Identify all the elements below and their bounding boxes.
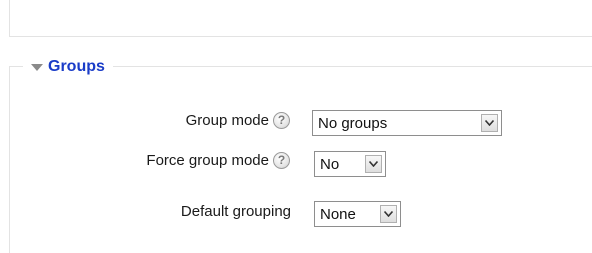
force-group-mode-value: No <box>320 155 340 173</box>
group-mode-row: Group mode ? No groups <box>0 108 592 138</box>
groups-section-title: Groups <box>48 58 105 75</box>
force-group-mode-select[interactable]: No <box>314 151 386 177</box>
group-mode-value: No groups <box>318 114 388 132</box>
force-group-mode-row: Force group mode ? No <box>0 148 592 178</box>
force-group-mode-label-wrap: Force group mode ? <box>146 148 290 172</box>
default-grouping-select[interactable]: None <box>314 201 401 227</box>
force-group-mode-label: Force group mode <box>146 151 269 169</box>
default-grouping-row: Default grouping None <box>0 199 592 229</box>
chevron-down-icon[interactable] <box>365 155 382 173</box>
chevron-down-icon[interactable] <box>481 114 498 132</box>
previous-section-panel <box>9 0 592 37</box>
chevron-down-icon[interactable] <box>380 205 397 223</box>
settings-page: Groups Group mode ? No groups Force grou… <box>0 0 592 253</box>
group-mode-select[interactable]: No groups <box>312 110 502 136</box>
help-question-icon[interactable]: ? <box>273 111 290 129</box>
help-question-icon[interactable]: ? <box>273 151 290 169</box>
group-mode-label-wrap: Group mode ? <box>186 108 290 132</box>
default-grouping-label-wrap: Default grouping <box>181 199 291 223</box>
default-grouping-label: Default grouping <box>180 202 291 220</box>
triangle-down-icon <box>31 64 43 71</box>
groups-section-toggle[interactable]: Groups <box>23 56 113 78</box>
default-grouping-value: None <box>320 205 356 223</box>
group-mode-label: Group mode <box>185 111 269 129</box>
